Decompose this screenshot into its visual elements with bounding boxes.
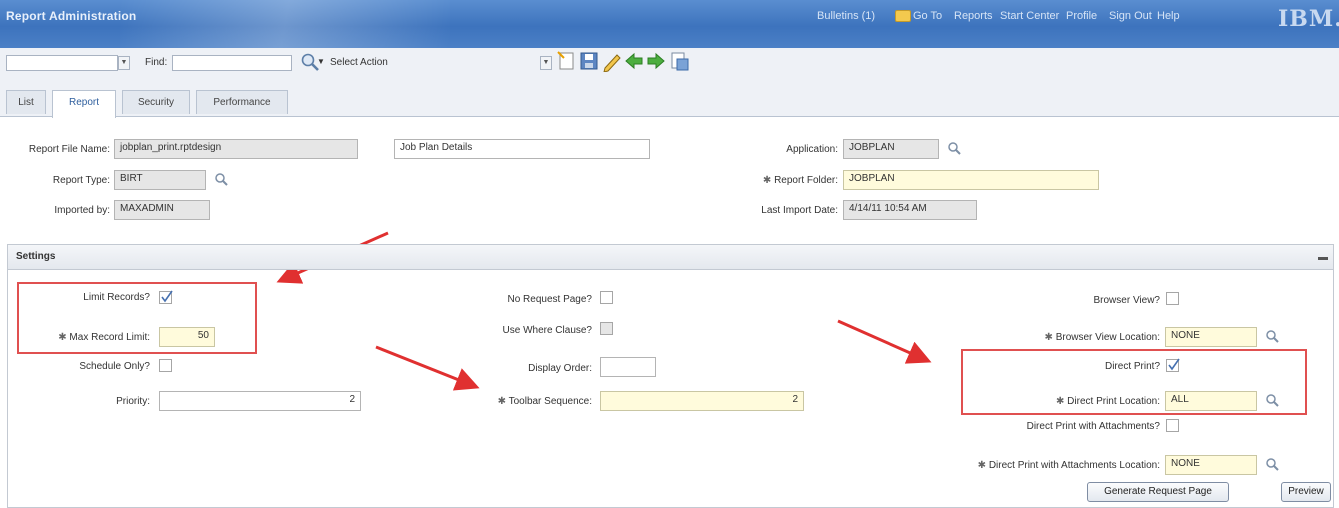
no-request-page-label: No Request Page?	[507, 294, 592, 305]
toolbar-sequence-field[interactable]: 2	[600, 391, 804, 411]
max-record-limit-label-text: Max Record Limit:	[69, 332, 150, 343]
browser-view-location-label-text: Browser View Location:	[1055, 332, 1160, 343]
display-order-field[interactable]	[600, 357, 656, 377]
direct-print-attachments-location-label: ✱ Direct Print with Attachments Location…	[977, 460, 1160, 471]
direct-print-checkbox[interactable]	[1166, 358, 1180, 372]
direct-print-attachments-label: Direct Print with Attachments?	[1026, 421, 1160, 432]
limit-records-checkbox[interactable]	[159, 290, 173, 304]
browser-view-location-field[interactable]: NONE	[1165, 327, 1257, 347]
search-icon[interactable]	[1265, 393, 1279, 407]
use-where-clause-label: Use Where Clause?	[502, 325, 592, 336]
direct-print-attachments-location-label-text: Direct Print with Attachments Location:	[988, 460, 1160, 471]
direct-print-attachments-location-field[interactable]: NONE	[1165, 455, 1257, 475]
direct-print-label: Direct Print?	[1104, 361, 1160, 372]
max-record-limit-label: ✱ Max Record Limit:	[58, 332, 150, 343]
settings-title: Settings	[16, 251, 56, 262]
generate-request-page-button[interactable]: Generate Request Page	[1087, 482, 1229, 502]
search-icon[interactable]	[1265, 457, 1279, 471]
collapse-icon[interactable]: ▬	[1318, 252, 1328, 263]
use-where-clause-checkbox	[600, 322, 613, 335]
priority-field[interactable]: 2	[159, 391, 361, 411]
direct-print-location-field[interactable]: ALL	[1165, 391, 1257, 411]
no-request-page-checkbox[interactable]	[600, 291, 613, 304]
browser-view-location-label: ✱ Browser View Location:	[1044, 332, 1160, 343]
settings-header[interactable]	[8, 245, 1333, 270]
toolbar-sequence-label-text: Toolbar Sequence:	[508, 396, 592, 407]
toolbar-sequence-label: ✱ Toolbar Sequence:	[497, 396, 592, 407]
direct-print-location-label: ✱ Direct Print Location:	[1056, 396, 1160, 407]
schedule-only-label: Schedule Only?	[79, 361, 150, 372]
display-order-label: Display Order:	[528, 363, 592, 374]
browser-view-label: Browser View?	[1093, 295, 1160, 306]
preview-button[interactable]: Preview	[1281, 482, 1331, 502]
direct-print-location-label-text: Direct Print Location:	[1067, 396, 1160, 407]
max-record-limit-field[interactable]: 50	[159, 327, 215, 347]
browser-view-checkbox[interactable]	[1166, 292, 1179, 305]
limit-records-label: Limit Records?	[83, 292, 150, 303]
search-icon[interactable]	[1265, 329, 1279, 343]
priority-label: Priority:	[116, 396, 150, 407]
direct-print-attachments-checkbox[interactable]	[1166, 419, 1179, 432]
schedule-only-checkbox[interactable]	[159, 359, 172, 372]
